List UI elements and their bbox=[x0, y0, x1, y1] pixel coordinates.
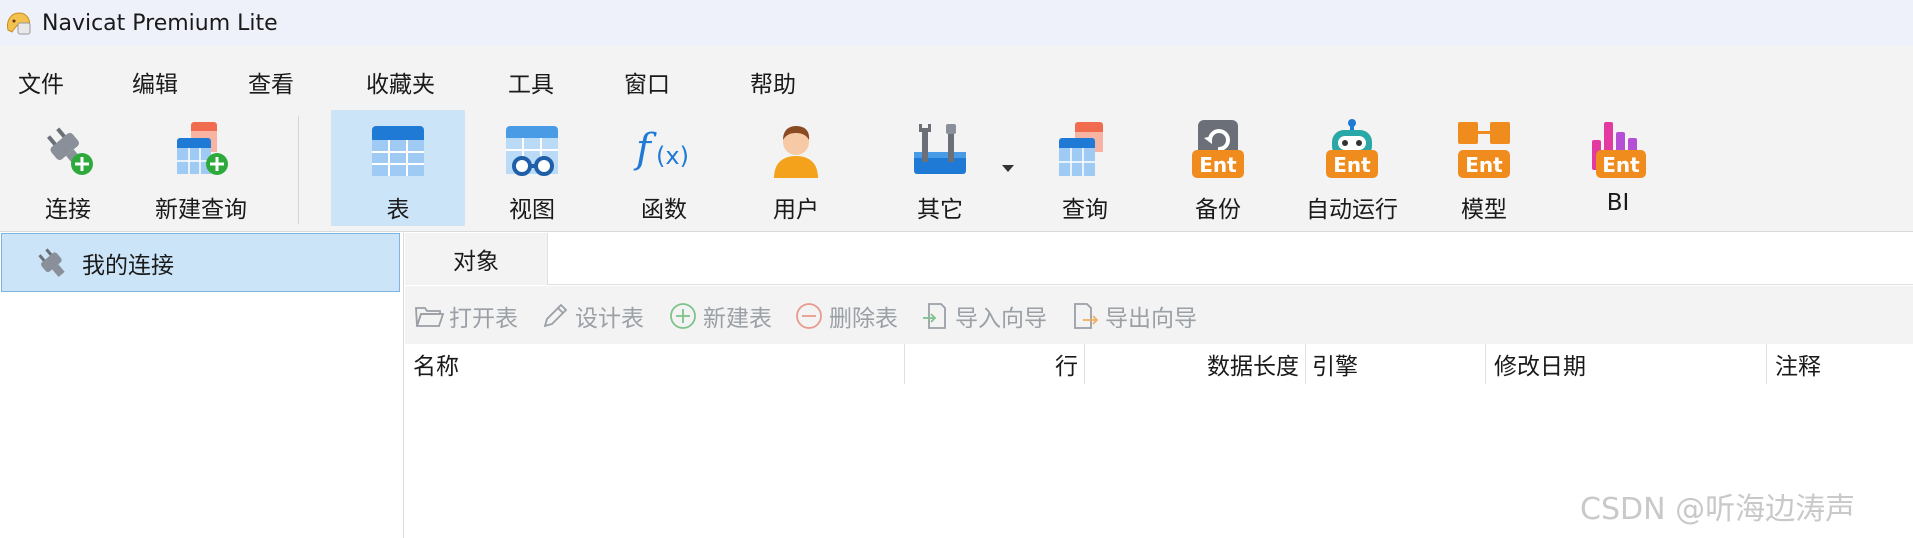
ent-badge: Ent bbox=[1199, 153, 1237, 177]
object-list-header: 名称 行 数据长度 引擎 修改日期 注释 bbox=[405, 344, 1913, 386]
plus-circle-icon bbox=[670, 303, 696, 329]
queries-label: 查询 bbox=[1062, 197, 1108, 223]
others-label: 其它 bbox=[917, 197, 963, 223]
model-label: 模型 bbox=[1461, 197, 1507, 223]
views-label: 视图 bbox=[509, 197, 555, 223]
backup-icon: Ent bbox=[1192, 120, 1244, 178]
column-header-name[interactable]: 名称 bbox=[405, 344, 905, 384]
navicat-logo-icon bbox=[7, 12, 31, 35]
tab-objects[interactable]: 对象 bbox=[405, 233, 547, 285]
view-icon bbox=[506, 126, 558, 176]
model-icon: Ent bbox=[1458, 122, 1510, 178]
ent-badge: Ent bbox=[1602, 153, 1640, 177]
tools-icon bbox=[914, 124, 966, 174]
ent-badge: Ent bbox=[1465, 153, 1503, 177]
functions-label: 函数 bbox=[641, 197, 687, 223]
watermark: CSDN @听海边涛声 bbox=[1580, 492, 1856, 527]
bi-chart-icon: Ent bbox=[1592, 122, 1646, 178]
menu-help[interactable]: 帮助 bbox=[746, 63, 800, 101]
toolbar-separator bbox=[298, 116, 299, 224]
bi-button[interactable]: Ent BI bbox=[1568, 110, 1668, 226]
column-header-modified-date[interactable]: 修改日期 bbox=[1486, 344, 1767, 384]
new-query-button[interactable]: 新建查询 bbox=[146, 110, 256, 226]
query-icon bbox=[1059, 122, 1103, 176]
new-table-label: 新建表 bbox=[703, 306, 772, 332]
backup-button[interactable]: Ent 备份 bbox=[1168, 110, 1268, 226]
open-table-label: 打开表 bbox=[449, 306, 518, 332]
import-wizard-button[interactable]: 导入向导 bbox=[919, 300, 1047, 332]
tab-strip-empty-area bbox=[547, 233, 1913, 285]
pencil-icon bbox=[543, 303, 568, 328]
design-table-label: 设计表 bbox=[575, 306, 644, 332]
new-table-button[interactable]: 新建表 bbox=[667, 300, 772, 332]
users-button[interactable]: 用户 bbox=[746, 110, 846, 226]
export-icon bbox=[1074, 303, 1099, 329]
views-button[interactable]: 视图 bbox=[482, 110, 582, 226]
design-table-button[interactable]: 设计表 bbox=[539, 300, 644, 332]
user-icon bbox=[774, 126, 818, 178]
tables-button[interactable]: 表 bbox=[331, 110, 465, 226]
column-header-rows[interactable]: 行 bbox=[905, 344, 1085, 384]
svg-text:f: f bbox=[633, 126, 657, 172]
queries-button[interactable]: 查询 bbox=[1035, 110, 1135, 226]
title-bar: Navicat Premium Lite bbox=[0, 0, 1913, 46]
menu-favorites[interactable]: 收藏夹 bbox=[362, 63, 439, 101]
column-header-engine[interactable]: 引擎 bbox=[1306, 344, 1486, 384]
backup-label: 备份 bbox=[1195, 197, 1241, 223]
functions-button[interactable]: f (x) 函数 bbox=[614, 110, 714, 226]
menu-bar: 文件 编辑 查看 收藏夹 工具 窗口 帮助 bbox=[0, 46, 1913, 110]
menu-window[interactable]: 窗口 bbox=[620, 63, 674, 101]
menu-edit[interactable]: 编辑 bbox=[128, 63, 182, 101]
users-label: 用户 bbox=[773, 197, 819, 223]
main-toolbar: 连接 新建查询 表 视图 f (x) 函数 用户 其它 查询 Ent 备份 En… bbox=[0, 110, 1913, 232]
column-header-comment[interactable]: 注释 bbox=[1767, 344, 1913, 384]
automation-label: 自动运行 bbox=[1306, 197, 1398, 223]
connect-button[interactable]: 连接 bbox=[18, 110, 118, 226]
tables-label: 表 bbox=[386, 197, 410, 223]
tab-strip: 对象 bbox=[405, 233, 1913, 285]
new-query-icon bbox=[177, 122, 228, 175]
connection-label: 我的连接 bbox=[82, 252, 174, 279]
function-icon: f (x) bbox=[633, 126, 689, 172]
import-wizard-label: 导入向导 bbox=[955, 306, 1047, 332]
connect-label: 连接 bbox=[45, 197, 91, 223]
automation-button[interactable]: Ent 自动运行 bbox=[1296, 110, 1408, 226]
menu-file[interactable]: 文件 bbox=[14, 63, 68, 101]
menu-tools[interactable]: 工具 bbox=[504, 63, 558, 101]
import-icon bbox=[923, 303, 946, 329]
others-button[interactable]: 其它 bbox=[890, 110, 990, 226]
window-title: Navicat Premium Lite bbox=[42, 10, 278, 36]
automation-robot-icon: Ent bbox=[1326, 119, 1378, 178]
delete-table-label: 删除表 bbox=[829, 306, 898, 332]
others-dropdown-arrow[interactable] bbox=[1002, 165, 1014, 172]
open-table-button[interactable]: 打开表 bbox=[413, 300, 518, 332]
minus-circle-icon bbox=[796, 303, 822, 329]
ent-badge: Ent bbox=[1333, 153, 1371, 177]
object-toolbar: 打开表 设计表 新建表 删除表 导入向导 导出向导 bbox=[405, 286, 1913, 344]
plug-add-icon bbox=[47, 127, 93, 175]
connection-plug-icon bbox=[38, 247, 65, 277]
model-button[interactable]: Ent 模型 bbox=[1434, 110, 1534, 226]
export-wizard-label: 导出向导 bbox=[1105, 306, 1197, 332]
delete-table-button[interactable]: 删除表 bbox=[793, 300, 898, 332]
export-wizard-button[interactable]: 导出向导 bbox=[1069, 300, 1197, 332]
connection-tree-panel: 我的连接 bbox=[0, 233, 404, 538]
folder-open-icon bbox=[415, 307, 445, 327]
table-icon bbox=[372, 126, 424, 176]
column-header-data-length[interactable]: 数据长度 bbox=[1085, 344, 1306, 384]
menu-view[interactable]: 查看 bbox=[244, 63, 298, 101]
new-query-label: 新建查询 bbox=[155, 197, 247, 223]
connection-item-my-connection[interactable]: 我的连接 bbox=[1, 233, 400, 292]
bi-label: BI bbox=[1606, 190, 1630, 216]
svg-text:(x): (x) bbox=[656, 142, 689, 170]
